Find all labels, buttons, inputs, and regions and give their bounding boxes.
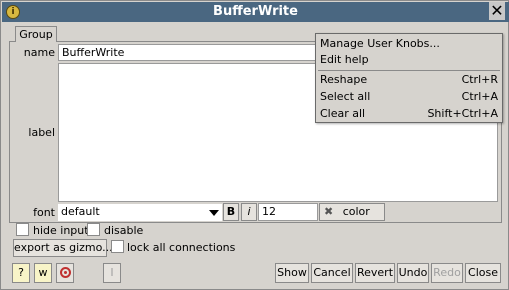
menu-item-manage-user-knobs[interactable]: Manage User Knobs... (316, 36, 502, 52)
context-menu: Manage User Knobs... Edit help Reshape C… (315, 33, 503, 123)
menu-item-label: Select all (320, 90, 371, 103)
revert-button[interactable]: Revert (355, 263, 395, 283)
menu-item-label: Clear all (320, 107, 366, 120)
target-icon (59, 267, 71, 278)
disable-checkbox[interactable] (87, 223, 100, 236)
menu-item-shortcut: Ctrl+R (461, 73, 498, 86)
menu-item-reshape[interactable]: Reshape Ctrl+R (316, 72, 502, 88)
hide-input-checkbox[interactable] (16, 223, 29, 236)
close-button[interactable]: Close (465, 263, 501, 283)
menu-item-select-all[interactable]: Select all Ctrl+A (316, 89, 502, 105)
menu-item-shortcut: Shift+Ctrl+A (427, 107, 498, 120)
name-label: name (23, 46, 55, 59)
font-label: font (33, 206, 55, 219)
wiki-button[interactable]: w (34, 263, 52, 283)
chevron-down-icon[interactable] (209, 210, 219, 216)
help-button[interactable]: ? (12, 263, 30, 283)
menu-item-label: Manage User Knobs... (320, 37, 440, 50)
menu-item-label: Reshape (320, 73, 368, 86)
italic-button[interactable]: i (241, 203, 257, 221)
color-label: color (342, 205, 370, 218)
color-clear-icon: ✖ (324, 205, 334, 218)
menu-separator (318, 70, 500, 71)
label-label: label (28, 126, 55, 139)
export-gizmo-button[interactable]: export as gizmo... (13, 239, 113, 257)
window-title: BufferWrite (213, 4, 298, 19)
menu-item-clear-all[interactable]: Clear all Shift+Ctrl+A (316, 106, 502, 122)
undo-button[interactable]: Undo (397, 263, 429, 283)
font-size-field[interactable]: 12 (258, 203, 318, 221)
target-button[interactable] (56, 263, 74, 283)
hide-input-label: hide input (33, 224, 89, 237)
lock-connections-label: lock all connections (127, 241, 236, 254)
cancel-button[interactable]: Cancel (311, 263, 353, 283)
tab-group[interactable]: Group (15, 26, 57, 42)
lock-connections-checkbox[interactable] (111, 240, 124, 253)
disable-label: disable (104, 224, 144, 237)
menu-item-edit-help[interactable]: Edit help (316, 52, 502, 68)
menu-item-label: Edit help (320, 53, 369, 66)
redo-button[interactable]: Redo (431, 263, 463, 283)
input-button[interactable]: I (103, 263, 121, 283)
show-button[interactable]: Show (275, 263, 309, 283)
bold-button[interactable]: B (223, 203, 239, 221)
properties-window: i BufferWrite ✕ Group name BufferWrite l… (0, 0, 509, 290)
font-select[interactable]: default (58, 204, 222, 221)
menu-item-shortcut: Ctrl+A (461, 90, 498, 103)
title-bar[interactable]: i BufferWrite ✕ (2, 2, 509, 22)
close-icon[interactable]: ✕ (489, 2, 505, 20)
color-button[interactable]: ✖ color (319, 203, 385, 221)
